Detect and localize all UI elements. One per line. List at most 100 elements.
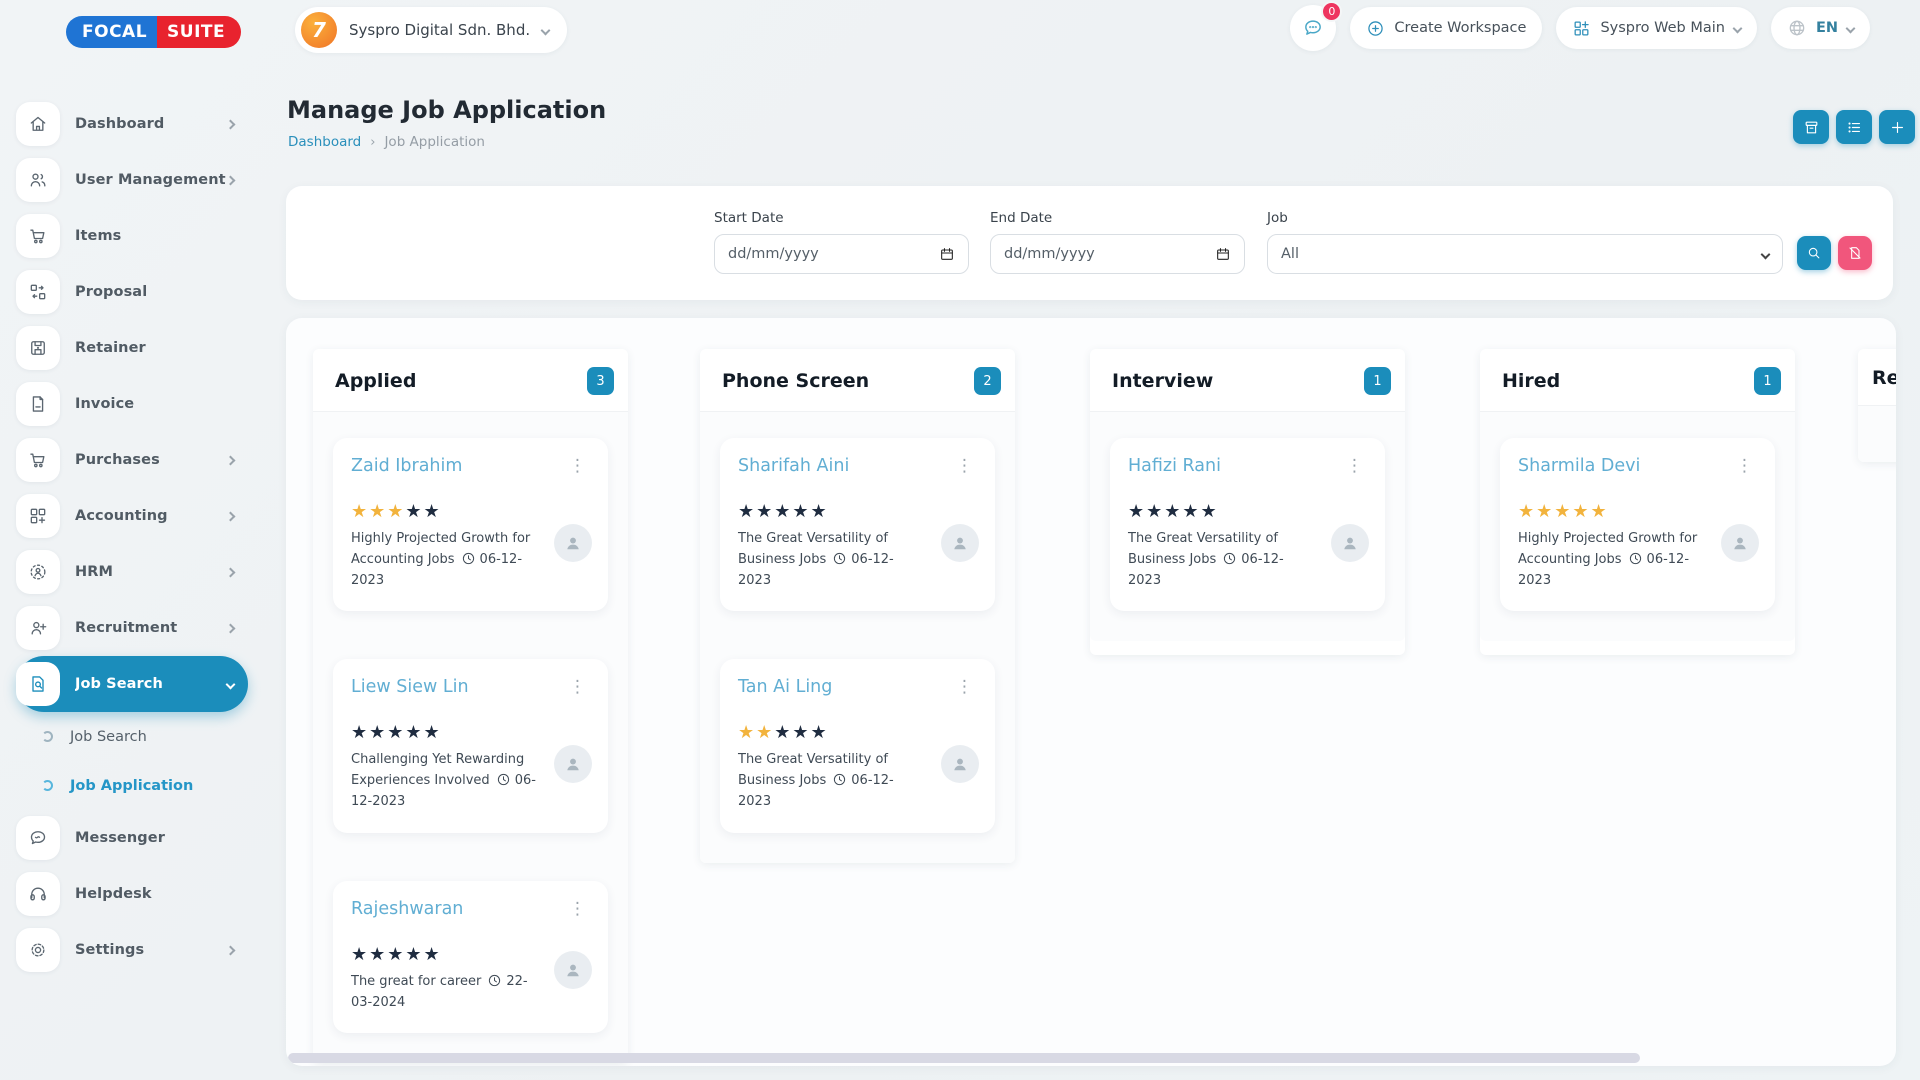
column-title: Phone Screen <box>722 370 869 392</box>
applicant-card[interactable]: Zaid Ibrahim ⋮ ★★★★★ Highly Projected Gr… <box>333 438 608 611</box>
chevron-right-icon <box>226 567 236 577</box>
sidebar-item-settings[interactable]: Settings <box>16 922 248 978</box>
app-switcher[interactable]: Syspro Web Main <box>1556 7 1757 49</box>
sidebar-item-messenger[interactable]: Messenger <box>16 810 248 866</box>
sidebar-item-items[interactable]: Items <box>16 208 248 264</box>
list-view-button[interactable] <box>1836 110 1872 144</box>
end-date-input[interactable]: dd/mm/yyyy <box>990 234 1245 274</box>
clock-icon <box>1628 551 1643 566</box>
sidebar-item-purchases[interactable]: Purchases <box>16 432 248 488</box>
floppy-icon <box>16 326 60 370</box>
end-date-label: End Date <box>990 210 1052 226</box>
messages-button[interactable]: 0 <box>1290 5 1336 51</box>
kebab-menu-icon[interactable]: ⋮ <box>1732 456 1757 477</box>
sidebar-item-invoice[interactable]: Invoice <box>16 376 248 432</box>
workspace-selector[interactable]: 7 Syspro Digital Sdn. Bhd. <box>295 7 567 53</box>
breadcrumb: Dashboard › Job Application <box>288 134 485 150</box>
applicant-card[interactable]: Sharifah Aini ⋮ ★★★★★ The Great Versatil… <box>720 438 995 611</box>
chevron-down-icon <box>1733 23 1743 33</box>
kebab-menu-icon[interactable]: ⋮ <box>952 456 977 477</box>
add-button[interactable] <box>1879 110 1915 144</box>
applicant-name-link[interactable]: Tan Ai Ling <box>738 677 832 697</box>
kebab-menu-icon[interactable]: ⋮ <box>565 677 590 698</box>
applicant-card[interactable]: Hafizi Rani ⋮ ★★★★★ The Great Versatilit… <box>1110 438 1385 611</box>
sidebar-item-hrm[interactable]: HRM <box>16 544 248 600</box>
sidebar-item-job-search[interactable]: Job Search <box>16 656 248 712</box>
job-label: Job <box>1267 210 1288 226</box>
sidebar-subitem-job-search[interactable]: Job Search <box>0 712 262 761</box>
cart-icon <box>16 214 60 258</box>
kanban-column-applied: Applied 3 Zaid Ibrahim ⋮ ★★★★★ Highly Pr… <box>313 349 628 1063</box>
sidebar-item-proposal[interactable]: Proposal <box>16 264 248 320</box>
kebab-menu-icon[interactable]: ⋮ <box>565 456 590 477</box>
calendar-icon[interactable] <box>939 246 955 262</box>
chevron-down-icon <box>226 679 236 689</box>
star-rating: ★★★★★ <box>1518 503 1757 521</box>
kanban-column-hired: Hired 1 Sharmila Devi ⋮ ★★★★★ Highly Pro… <box>1480 349 1795 655</box>
document-icon <box>16 382 60 426</box>
applicant-name-link[interactable]: Zaid Ibrahim <box>351 456 462 476</box>
applicant-name-link[interactable]: Sharifah Aini <box>738 456 849 476</box>
chevron-right-icon <box>226 623 236 633</box>
kanban-column-interview: Interview 1 Hafizi Rani ⋮ ★★★★★ The Grea… <box>1090 349 1405 655</box>
breadcrumb-dashboard-link[interactable]: Dashboard <box>288 134 361 150</box>
sidebar-item-helpdesk[interactable]: Helpdesk <box>16 866 248 922</box>
file-slash-icon <box>1847 245 1863 261</box>
headset-icon <box>16 872 60 916</box>
column-title: Applied <box>335 370 416 392</box>
create-workspace-button[interactable]: Create Workspace <box>1350 7 1542 49</box>
sidebar-item-recruitment[interactable]: Recruitment <box>16 600 248 656</box>
sidebar-subitem-job-application[interactable]: Job Application <box>0 761 262 810</box>
applicant-name-link[interactable]: Hafizi Rani <box>1128 456 1221 476</box>
applicant-name-link[interactable]: Rajeshwaran <box>351 899 463 919</box>
sidebar-item-user-management[interactable]: User Management <box>16 152 248 208</box>
calendar-icon[interactable] <box>1215 246 1231 262</box>
search-button[interactable] <box>1797 236 1831 270</box>
applicant-name-link[interactable]: Sharmila Devi <box>1518 456 1640 476</box>
circle-icon <box>42 780 53 791</box>
gear-icon <box>16 928 60 972</box>
chat-bubble-icon <box>1302 17 1324 39</box>
chat-icon <box>16 816 60 860</box>
sidebar-item-retainer[interactable]: Retainer <box>16 320 248 376</box>
star-rating: ★★★★★ <box>351 946 590 964</box>
sidebar-item-accounting[interactable]: Accounting <box>16 488 248 544</box>
column-count-badge: 2 <box>974 367 1001 395</box>
workspace-name: Syspro Digital Sdn. Bhd. <box>349 21 530 39</box>
clear-filters-button[interactable] <box>1838 236 1872 270</box>
workspace-logo: 7 <box>301 12 337 48</box>
globe-icon <box>1787 18 1807 38</box>
search-icon <box>1806 245 1822 261</box>
job-select[interactable]: All <box>1267 234 1783 274</box>
language-selector[interactable]: EN <box>1771 7 1870 49</box>
page-title: Manage Job Application <box>287 96 606 124</box>
column-count-badge: 1 <box>1754 367 1781 395</box>
column-title: Hired <box>1502 370 1560 392</box>
list-icon <box>1846 119 1863 136</box>
breadcrumb-separator: › <box>370 135 375 150</box>
horizontal-scrollbar[interactable] <box>288 1053 1640 1063</box>
avatar <box>554 951 592 989</box>
column-count-badge: 3 <box>587 367 614 395</box>
applicant-card[interactable]: Tan Ai Ling ⋮ ★★★★★ The Great Versatilit… <box>720 659 995 832</box>
avatar <box>1331 524 1369 562</box>
kebab-menu-icon[interactable]: ⋮ <box>952 677 977 698</box>
avatar <box>941 524 979 562</box>
kanban-column-rejected: Rejected <box>1858 349 1896 462</box>
applicant-card[interactable]: Liew Siew Lin ⋮ ★★★★★ Challenging Yet Re… <box>333 659 608 832</box>
sidebar-item-dashboard[interactable]: Dashboard <box>16 96 248 152</box>
applicant-card[interactable]: Rajeshwaran ⋮ ★★★★★ The great for career… <box>333 881 608 1034</box>
star-rating: ★★★★★ <box>738 503 977 521</box>
start-date-input[interactable]: dd/mm/yyyy <box>714 234 969 274</box>
create-workspace-label: Create Workspace <box>1394 20 1526 36</box>
applicant-name-link[interactable]: Liew Siew Lin <box>351 677 469 697</box>
home-icon <box>16 102 60 146</box>
cart-icon <box>16 438 60 482</box>
chevron-right-icon <box>226 175 236 185</box>
clock-icon <box>832 551 847 566</box>
applicant-card[interactable]: Sharmila Devi ⋮ ★★★★★ Highly Projected G… <box>1500 438 1775 611</box>
kebab-menu-icon[interactable]: ⋮ <box>1342 456 1367 477</box>
archive-button[interactable] <box>1793 110 1829 144</box>
kanban-board: Applied 3 Zaid Ibrahim ⋮ ★★★★★ Highly Pr… <box>286 318 1896 1066</box>
kebab-menu-icon[interactable]: ⋮ <box>565 899 590 920</box>
